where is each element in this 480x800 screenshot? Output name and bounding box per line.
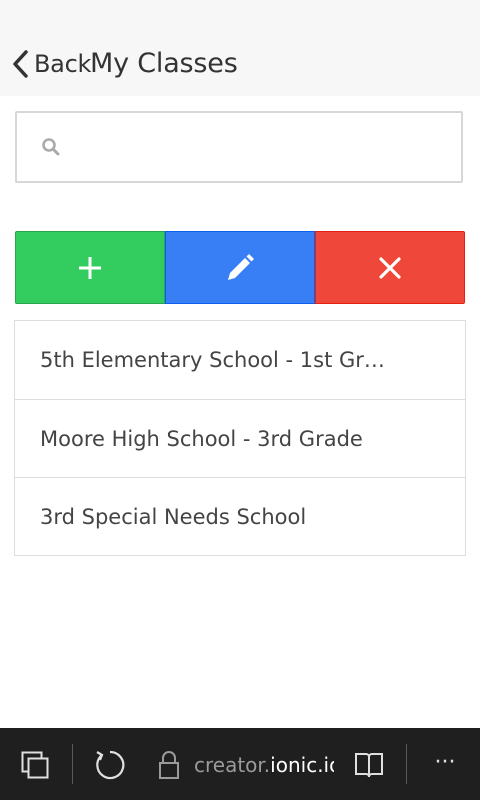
lock-icon xyxy=(159,751,179,779)
chevron-left-icon xyxy=(13,50,28,78)
action-button-bar xyxy=(15,231,465,304)
address-bar[interactable]: creator.ionic.io xyxy=(194,750,334,780)
list-item[interactable]: 5th Elementary School - 1st Grade xyxy=(14,320,466,400)
edit-class-button[interactable] xyxy=(165,231,315,304)
class-name: Moore High School - 3rd Grade xyxy=(40,426,363,451)
nav-bar: Back My Classes xyxy=(0,0,480,96)
browser-toolbar: creator.ionic.io ··· xyxy=(0,728,480,800)
toolbar-divider xyxy=(406,744,407,784)
pencil-icon xyxy=(228,253,254,280)
refresh-icon[interactable] xyxy=(93,748,127,782)
delete-class-button[interactable] xyxy=(315,231,465,304)
page-title: My Classes xyxy=(90,48,238,79)
app-screen: Back My Classes 5th Elementary School - … xyxy=(0,0,480,800)
class-list: 5th Elementary School - 1st Grade Moore … xyxy=(14,320,466,556)
search-input[interactable] xyxy=(71,116,461,178)
back-button-label: Back xyxy=(34,50,92,78)
back-button[interactable]: Back xyxy=(10,46,91,82)
plus-icon xyxy=(79,256,101,279)
class-name: 3rd Special Needs School xyxy=(40,504,307,529)
class-name: 5th Elementary School - 1st Grade xyxy=(40,348,395,372)
tabs-icon[interactable] xyxy=(20,750,50,780)
url-subdomain: creator. xyxy=(194,753,271,777)
search-icon xyxy=(42,138,60,156)
more-icon[interactable]: ··· xyxy=(428,748,462,778)
search-bar[interactable] xyxy=(15,111,463,183)
reading-view-icon[interactable] xyxy=(353,750,385,780)
list-item[interactable]: 3rd Special Needs School xyxy=(14,477,466,556)
list-item[interactable]: Moore High School - 3rd Grade xyxy=(14,399,466,478)
url-domain: ionic.io xyxy=(270,753,334,777)
close-icon xyxy=(379,256,401,279)
add-class-button[interactable] xyxy=(15,231,165,304)
toolbar-divider xyxy=(72,744,73,784)
